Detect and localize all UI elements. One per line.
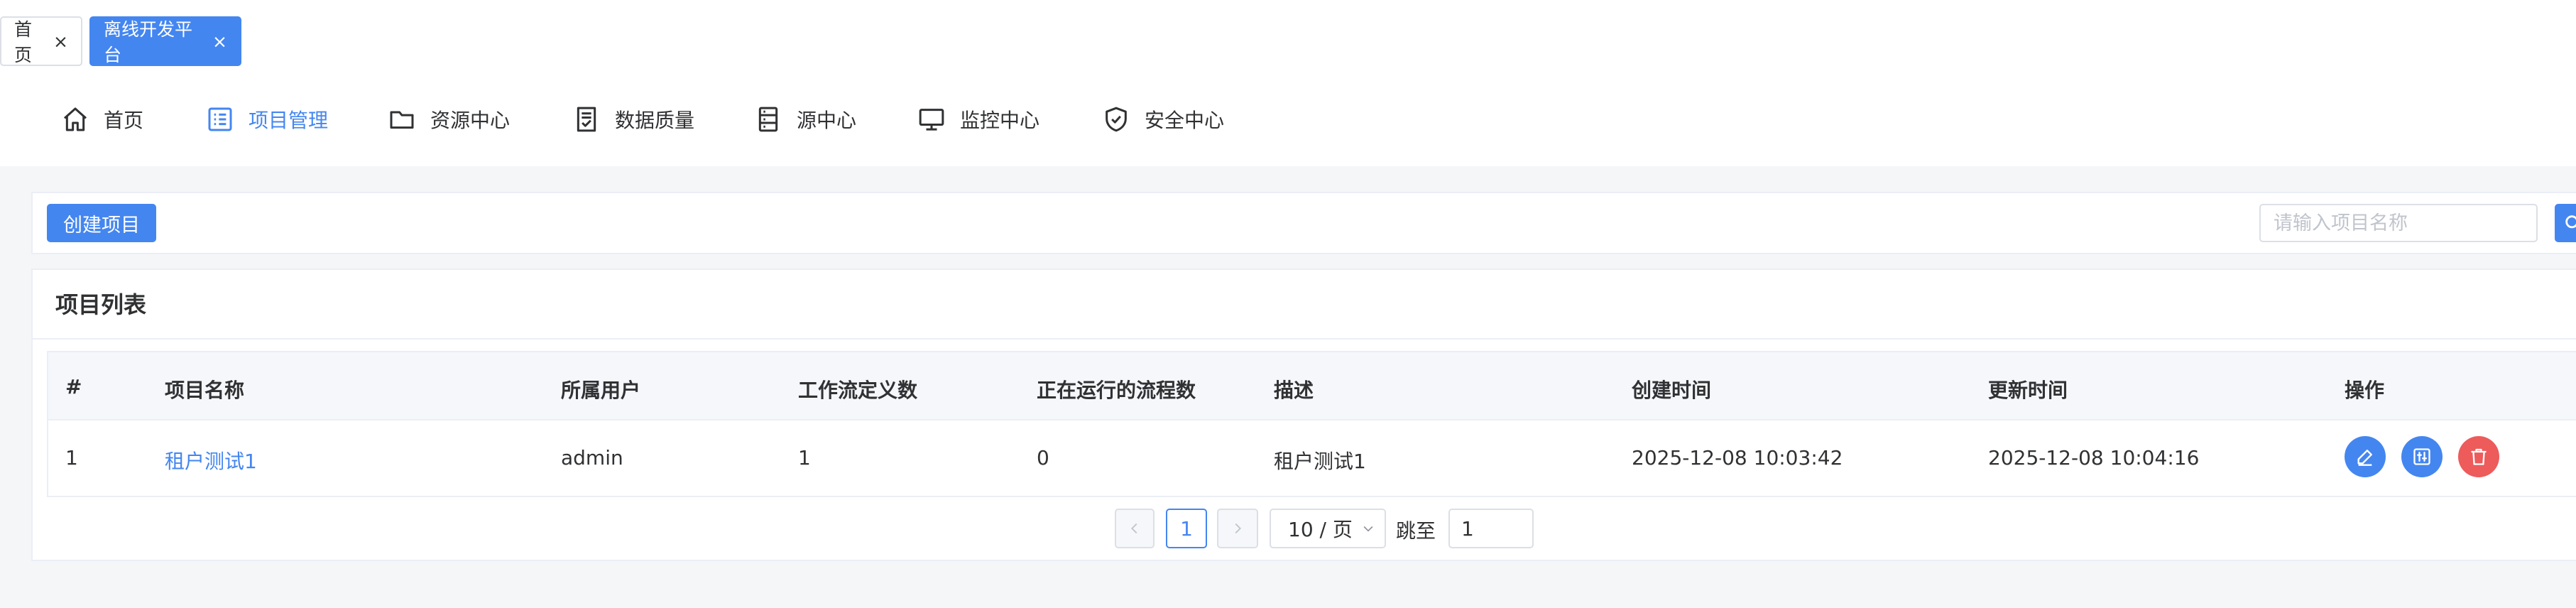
- page-size-select[interactable]: 10 / 页: [1270, 509, 1386, 548]
- edit-icon: [2357, 450, 2372, 466]
- column-header-workflow-count: 工作流定义数: [798, 379, 918, 402]
- column-header-actions: 操作: [2345, 379, 2385, 402]
- column-header-index: #: [65, 375, 82, 398]
- column-header-created: 创建时间: [1632, 379, 1712, 402]
- list-icon: [208, 107, 232, 131]
- nav-label: 数据质量: [615, 109, 695, 132]
- chevron-left-icon: [1131, 523, 1137, 534]
- tab-label: 离线开发平台: [104, 19, 193, 65]
- search-icon: [2565, 215, 2576, 229]
- column-header-description: 描述: [1274, 379, 1314, 402]
- column-header-project-name: 项目名称: [165, 379, 245, 402]
- nav-label: 首页: [104, 109, 144, 132]
- column-header-running-count: 正在运行的流程数: [1037, 379, 1196, 402]
- close-icon[interactable]: ×: [212, 33, 227, 50]
- create-project-button[interactable]: 创建项目: [47, 204, 156, 242]
- home-icon: [64, 107, 87, 131]
- nav-label: 安全中心: [1145, 109, 1225, 132]
- shield-icon: [1106, 107, 1127, 132]
- chevron-right-icon: [1235, 523, 1241, 534]
- close-icon[interactable]: ×: [53, 33, 68, 50]
- toolbar: [31, 192, 2576, 254]
- column-header-user: 所属用户: [561, 379, 641, 402]
- nav-label: 资源中心: [430, 109, 511, 132]
- delete-button[interactable]: [2458, 436, 2499, 477]
- tab-offline-platform[interactable]: 离线开发平台 ×: [89, 16, 241, 66]
- panel-title: 项目列表: [55, 291, 147, 318]
- nav-label: 监控中心: [960, 109, 1040, 132]
- page-size-label: 10 / 页: [1288, 518, 1353, 541]
- page-number-button[interactable]: 1: [1166, 509, 1207, 548]
- cell-index: 1: [65, 446, 78, 469]
- folder-icon: [390, 111, 414, 129]
- monitor-icon: [919, 109, 944, 131]
- settings-button[interactable]: [2401, 436, 2443, 477]
- database-icon: [758, 107, 778, 132]
- nav-item-security-center[interactable]: 安全中心: [1102, 104, 1224, 135]
- nav-label: 项目管理: [249, 109, 329, 132]
- document-check-icon: [577, 107, 596, 132]
- nav-item-source-center[interactable]: 源中心: [754, 104, 856, 135]
- edit-button[interactable]: [2345, 436, 2386, 477]
- jump-page-input[interactable]: [1448, 509, 1534, 548]
- nav-item-data-quality[interactable]: 数据质量: [572, 104, 694, 135]
- cell-description: 租户测试1: [1274, 450, 1366, 473]
- delete-icon: [2471, 448, 2487, 465]
- tab-home[interactable]: 首页 ×: [0, 16, 82, 66]
- cell-running-count: 0: [1037, 446, 1049, 469]
- cell-user: admin: [561, 446, 623, 469]
- prev-page-button[interactable]: [1115, 509, 1155, 548]
- jump-label: 跳至: [1396, 519, 1436, 543]
- divider: [31, 338, 2576, 340]
- cell-created: 2025-12-08 10:03:42: [1632, 446, 1843, 469]
- settings-icon: [2413, 448, 2430, 465]
- search-button[interactable]: [2555, 204, 2576, 242]
- nav-item-resource-center[interactable]: 资源中心: [388, 104, 510, 135]
- nav-item-project-management[interactable]: 项目管理: [206, 104, 328, 135]
- nav-label: 源中心: [797, 109, 857, 132]
- tab-label: 首页: [14, 19, 33, 65]
- project-search-input[interactable]: [2259, 204, 2538, 242]
- project-name-link[interactable]: 租户测试1: [165, 446, 257, 474]
- top-bar: [0, 0, 2576, 166]
- nav-item-monitor-center[interactable]: 监控中心: [917, 104, 1039, 135]
- cell-updated: 2025-12-08 10:04:16: [1988, 446, 2200, 469]
- column-header-updated: 更新时间: [1988, 379, 2068, 402]
- chevron-down-icon: [1363, 526, 1373, 532]
- cell-workflow-count: 1: [798, 446, 811, 469]
- next-page-button[interactable]: [1217, 509, 1258, 548]
- nav-item-home[interactable]: 首页: [61, 104, 143, 135]
